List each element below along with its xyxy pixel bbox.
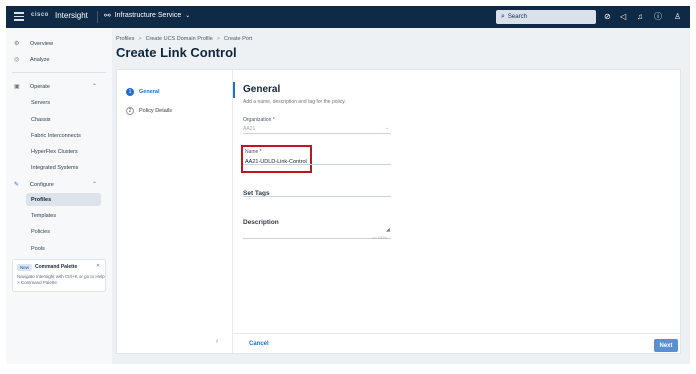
name-highlight-box: Name * AA21-UDLD-Link-Control (241, 145, 312, 173)
chevron-up-icon: ⌃ (92, 84, 98, 90)
form-title: General (243, 84, 281, 95)
name-underline (243, 164, 391, 165)
wizard-steps: 1 General 2 Policy Details ‹ (117, 70, 233, 353)
palette-text: Navigate Intersight with Ctrl+K or go to… (17, 274, 105, 285)
new-badge: New (17, 264, 33, 271)
analyze-icon: ◎ (14, 57, 20, 63)
configure-icon: ✎ (14, 182, 20, 188)
sidebar-item-label: Profiles (31, 196, 52, 203)
sidebar-item-label: Integrated Systems (31, 164, 79, 171)
sidebar-item-analyze[interactable]: ◎ Analyze (6, 53, 112, 66)
sidebar-item-pools[interactable]: Pools (6, 242, 112, 255)
sidebar-item-operate[interactable]: ▣ Operate ⌃ (6, 80, 112, 93)
sidebar-item-label: Policies (31, 228, 50, 235)
cancel-button[interactable]: Cancel (249, 341, 269, 347)
top-bar: cisco Intersight ⚯ Infrastructure Servic… (6, 6, 690, 28)
sidebar: ⚙ Overview ◎ Analyze ▣ Operate ⌃ Servers… (6, 28, 112, 364)
command-palette-card: New Command Palette ✕ Navigate Intersigh… (12, 259, 106, 292)
step-general[interactable]: 1 General (126, 87, 159, 97)
step-policy-details[interactable]: 2 Policy Details (126, 106, 172, 116)
search-icon: ⌕ (501, 13, 505, 20)
sidebar-item-label: Chassis (31, 116, 51, 123)
name-label: Name * (245, 149, 262, 155)
wizard-panel: 1 General 2 Policy Details ‹ General Add… (116, 69, 681, 354)
tags-input[interactable] (243, 196, 391, 197)
sidebar-item-label: Servers (31, 99, 50, 106)
topbar-divider (97, 11, 98, 23)
organization-underline (243, 133, 391, 134)
form-subtitle: Add a name, description and tag for the … (243, 99, 346, 105)
help-icon[interactable]: ⓘ (654, 11, 662, 23)
general-form: General Add a name, description and tag … (241, 70, 673, 353)
next-button[interactable]: Next (654, 339, 678, 352)
sidebar-item-configure[interactable]: ✎ Configure ⌃ (6, 178, 112, 191)
sidebar-divider (12, 72, 106, 73)
breadcrumb-separator: > (216, 36, 221, 42)
resize-handle-icon[interactable]: ◢ (386, 227, 390, 233)
character-counter: <= 1024 (372, 235, 387, 240)
cisco-logo: cisco (31, 12, 49, 18)
sidebar-item-label: Configure (30, 181, 54, 188)
collapse-chevron-icon[interactable]: ‹ (216, 338, 218, 345)
sidebar-item-profiles[interactable]: Profiles (26, 193, 101, 206)
chevron-down-icon: ⌄ (185, 13, 191, 19)
active-step-indicator (233, 82, 235, 98)
sidebar-item-integrated-systems[interactable]: Integrated Systems (6, 161, 112, 174)
service-selector[interactable]: ⚯ Infrastructure Service ⌄ (104, 11, 190, 20)
search-input[interactable]: ⌕ Search (496, 10, 596, 24)
sidebar-item-label: Analyze (30, 56, 50, 63)
sidebar-item-hyperflex-clusters[interactable]: HyperFlex Clusters (6, 145, 112, 158)
chevron-up-icon: ⌃ (92, 182, 98, 188)
step-number: 1 (126, 88, 134, 96)
step-label: Policy Details (139, 108, 173, 114)
sidebar-item-templates[interactable]: Templates (6, 209, 112, 222)
organization-value: AA21 (243, 126, 256, 132)
app-window: cisco Intersight ⚯ Infrastructure Servic… (6, 6, 690, 364)
sidebar-item-label: Overview (30, 40, 53, 47)
chevron-down-icon: ⌄ (385, 125, 390, 131)
sidebar-item-label: Fabric Interconnects (31, 132, 81, 139)
service-label: Infrastructure Service (114, 12, 182, 19)
description-textarea[interactable] (243, 230, 391, 239)
sidebar-item-fabric-interconnects[interactable]: Fabric Interconnects (6, 129, 112, 142)
bell-icon[interactable]: ♫ (637, 11, 643, 23)
operate-icon: ▣ (14, 84, 20, 90)
service-icon: ⚯ (104, 11, 111, 20)
step-number: 2 (126, 107, 134, 115)
breadcrumb-profiles[interactable]: Profiles (116, 36, 134, 42)
sidebar-item-label: Templates (31, 212, 57, 219)
overview-icon: ⚙ (14, 41, 20, 47)
breadcrumb: Profiles > Create UCS Domain Profile > C… (116, 36, 252, 42)
description-label: Description (243, 219, 279, 226)
app-name: Intersight (55, 11, 88, 20)
sidebar-item-label: HyperFlex Clusters (31, 148, 78, 155)
sidebar-item-servers[interactable]: Servers (6, 96, 112, 109)
organization-label: Organization * (243, 117, 275, 123)
sidebar-item-label: Operate (30, 83, 50, 90)
page-title: Create Link Control (116, 45, 237, 60)
palette-title: Command Palette (35, 264, 78, 270)
breadcrumb-separator: > (138, 36, 142, 42)
search-placeholder: Search (507, 14, 527, 20)
breadcrumb-create-port[interactable]: Create Port (224, 36, 252, 42)
step-label: General (139, 89, 160, 95)
hamburger-menu-icon[interactable] (14, 12, 24, 21)
breadcrumb-create-ucs-domain-profile[interactable]: Create UCS Domain Profile (146, 36, 213, 42)
sidebar-item-overview[interactable]: ⚙ Overview (6, 37, 112, 50)
megaphone-icon[interactable]: ◁ (620, 11, 626, 23)
sidebar-item-label: Pools (31, 245, 45, 252)
footer-divider (233, 333, 680, 334)
sidebar-item-chassis[interactable]: Chassis (6, 113, 112, 126)
check-circle-icon[interactable]: ⊘ (604, 11, 611, 23)
sidebar-item-policies[interactable]: Policies (6, 225, 112, 238)
close-icon[interactable]: ✕ (96, 263, 100, 269)
user-icon[interactable]: ♙ (674, 11, 681, 23)
